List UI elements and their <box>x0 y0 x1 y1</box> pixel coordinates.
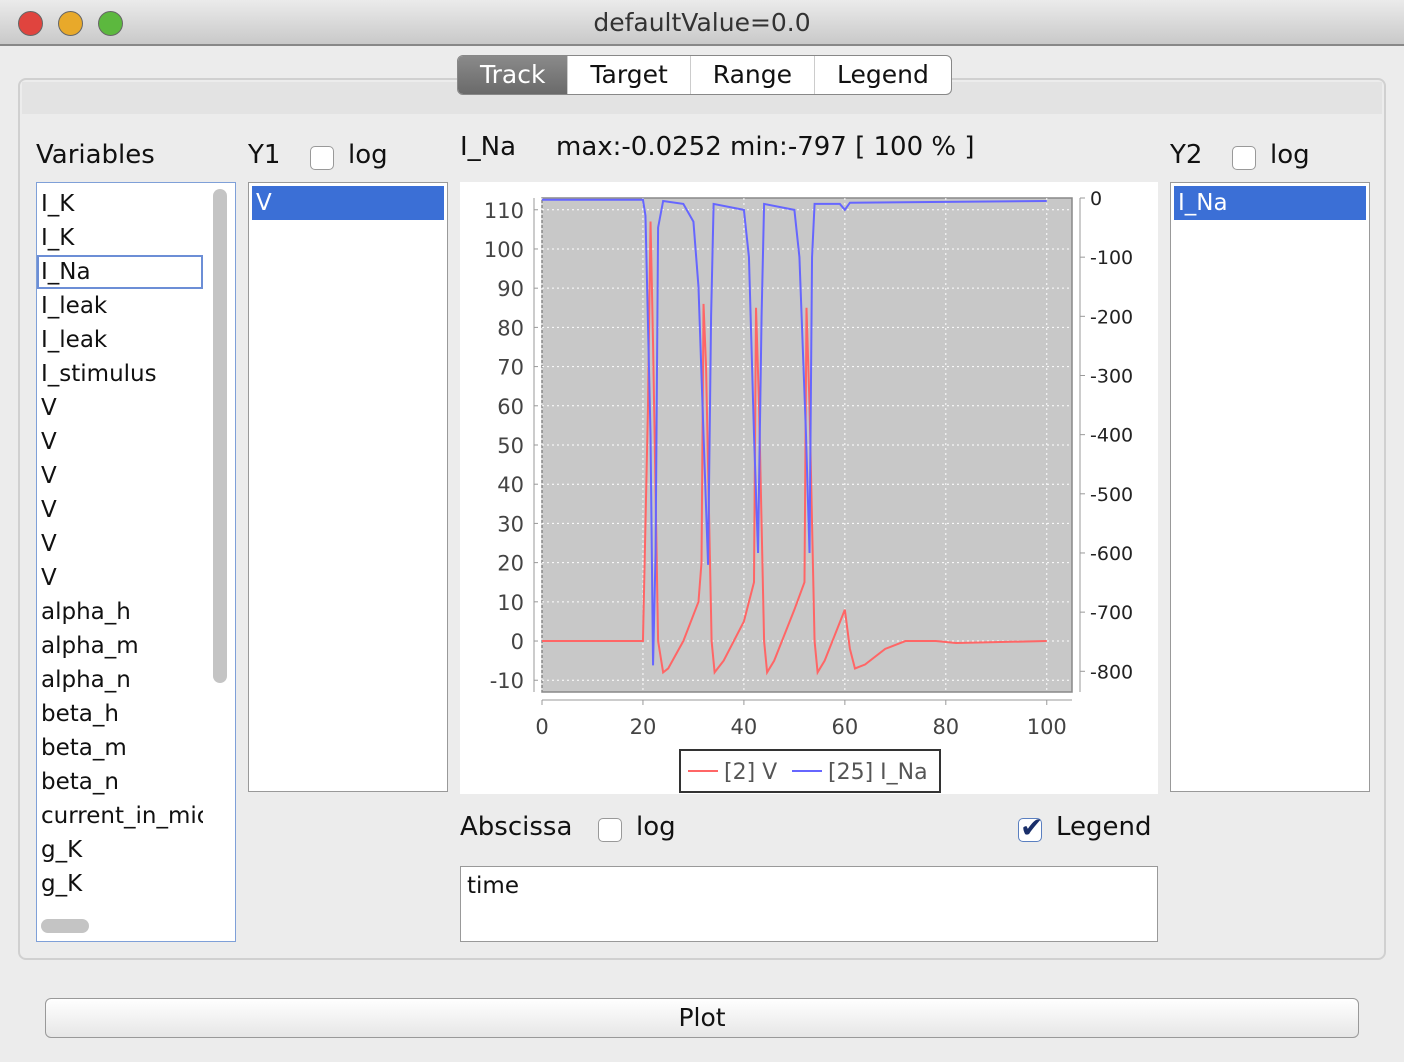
y-left-tick-label: 110 <box>484 199 524 223</box>
y-right-tick-label: -500 <box>1090 484 1133 506</box>
y-right-tick-label: 0 <box>1090 188 1102 210</box>
list-item[interactable]: I_leak <box>37 289 203 323</box>
tab-bar: Track Target Range Legend <box>457 55 952 95</box>
list-item[interactable]: alpha_h <box>37 595 203 629</box>
list-item[interactable]: V <box>37 391 203 425</box>
abscissa-list[interactable]: time <box>460 866 1158 942</box>
list-item[interactable]: V <box>37 561 203 595</box>
list-item[interactable]: I_K <box>37 221 203 255</box>
y-left-tick-label: 90 <box>497 277 524 301</box>
y-right-tick-label: -200 <box>1090 306 1133 328</box>
y-left-tick-label: 10 <box>497 591 524 615</box>
x-tick-label: 40 <box>731 715 758 739</box>
y-left-tick-label: 0 <box>511 630 524 654</box>
x-tick-label: 100 <box>1027 715 1067 739</box>
y-left-tick-label: 20 <box>497 552 524 576</box>
y-left-tick-label: -10 <box>490 669 524 693</box>
x-tick-label: 20 <box>630 715 657 739</box>
y2-log-label: log <box>1270 140 1310 170</box>
legend-entry: [2] V <box>724 760 777 785</box>
x-tick-label: 60 <box>831 715 858 739</box>
legend-entry: [25] I_Na <box>828 760 928 785</box>
legend: [2] V [25] I_Na <box>679 749 941 793</box>
tab-legend[interactable]: Legend <box>815 56 951 94</box>
tab-target[interactable]: Target <box>568 56 691 94</box>
track-variable: I_Na <box>460 132 517 162</box>
list-item[interactable]: beta_h <box>37 697 203 731</box>
list-item[interactable]: V <box>37 527 203 561</box>
list-item[interactable]: V <box>37 425 203 459</box>
list-item[interactable]: I_Na <box>37 255 203 289</box>
y2-label: Y2 <box>1170 140 1203 170</box>
vertical-scrollbar[interactable] <box>213 189 227 683</box>
list-item[interactable]: g_K <box>37 867 203 901</box>
list-item[interactable]: I_leak <box>37 323 203 357</box>
tab-track[interactable]: Track <box>458 56 569 94</box>
list-item[interactable]: beta_m <box>37 731 203 765</box>
horizontal-scrollbar[interactable] <box>41 919 89 933</box>
list-item[interactable]: alpha_n <box>37 663 203 697</box>
list-item[interactable]: current_in_mic <box>37 799 203 833</box>
list-item[interactable]: V <box>252 186 444 220</box>
window-title: defaultValue=0.0 <box>593 8 811 37</box>
y-left-tick-label: 30 <box>497 512 524 536</box>
title-bar: defaultValue=0.0 <box>0 0 1404 46</box>
list-item[interactable]: beta_n <box>37 765 203 799</box>
y-right-tick-label: -100 <box>1090 247 1133 269</box>
list-item[interactable]: I_Na <box>1174 186 1366 220</box>
legend-toggle-label: Legend <box>1056 812 1152 842</box>
abscissa-log-label: log <box>636 812 676 842</box>
track-stats: max:-0.0252 min:-797 [ 100 % ] <box>556 132 975 162</box>
y1-list[interactable]: V <box>248 182 448 792</box>
y-left-tick-label: 70 <box>497 356 524 380</box>
y-left-tick-label: 100 <box>484 238 524 262</box>
list-item[interactable]: V <box>37 493 203 527</box>
x-tick-label: 80 <box>932 715 959 739</box>
y-right-tick-label: -600 <box>1090 543 1133 565</box>
y-right-tick-label: -800 <box>1090 661 1133 683</box>
list-item[interactable]: g_K <box>37 833 203 867</box>
y-right-tick-label: -300 <box>1090 365 1133 387</box>
list-item[interactable]: alpha_m <box>37 629 203 663</box>
y-left-tick-label: 40 <box>497 473 524 497</box>
y1-label: Y1 <box>248 140 281 170</box>
list-item[interactable]: I_K <box>37 187 203 221</box>
y-left-tick-label: 80 <box>497 316 524 340</box>
abscissa-label: Abscissa <box>460 812 573 842</box>
list-item[interactable]: V <box>37 459 203 493</box>
y-right-tick-label: -400 <box>1090 425 1133 447</box>
list-item[interactable]: I_stimulus <box>37 357 203 391</box>
tab-range[interactable]: Range <box>691 56 816 94</box>
y1-log-checkbox[interactable] <box>310 146 334 170</box>
variables-list[interactable]: I_K I_K I_Na I_leak I_leak I_stimulus V V V V V Val… <box>36 182 236 942</box>
y2-list[interactable]: I_Na <box>1170 182 1370 792</box>
checkmark-icon: ✔ <box>1020 811 1044 844</box>
x-tick-label: 0 <box>535 715 548 739</box>
y-left-tick-label: 60 <box>497 395 524 419</box>
y2-log-checkbox[interactable] <box>1232 146 1256 170</box>
y-right-tick-label: -700 <box>1090 602 1133 624</box>
plot-button[interactable]: Plot <box>45 998 1359 1038</box>
y-left-tick-label: 50 <box>497 434 524 458</box>
chart: 0 20 40 60 80 100-100102030405060708090100110… <box>460 182 1158 794</box>
variables-label: Variables <box>36 140 155 170</box>
y1-log-label: log <box>348 140 388 170</box>
abscissa-log-checkbox[interactable] <box>598 818 622 842</box>
legend-checkbox[interactable]: ✔ <box>1018 811 1043 844</box>
list-item[interactable]: time <box>467 873 1151 899</box>
